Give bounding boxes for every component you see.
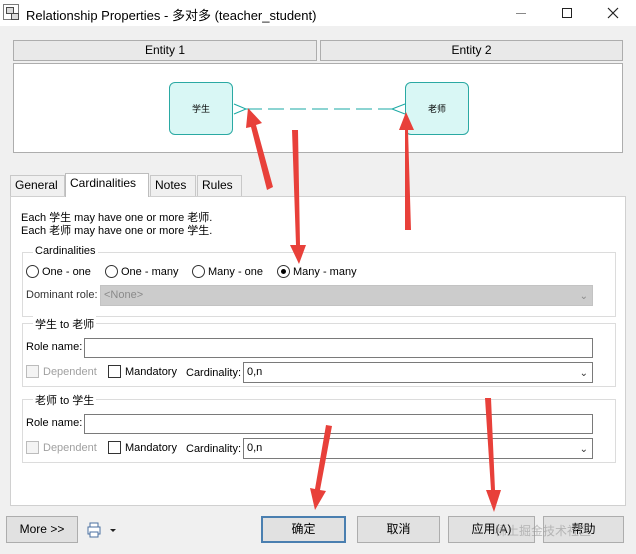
cardinalities-group: Cardinalities One - one One - many Many … [22, 245, 616, 317]
watermark: 稀土掘金技术社区 [495, 524, 592, 538]
entity-student-box: 学生 [169, 82, 233, 135]
dropdown-arrow-icon: ⌄ [579, 291, 588, 302]
relationship-link [233, 103, 406, 115]
dropdown-arrow-icon: ⌄ [579, 444, 588, 455]
dominant-role-value: <None> [104, 289, 144, 301]
title-bar: Relationship Properties - 多对多 (teacher_s… [0, 0, 636, 26]
cancel-button[interactable]: 取消 [357, 516, 440, 543]
cardinality-select-2[interactable]: 0,n ⌄ [243, 438, 593, 459]
tab-cardinalities[interactable]: Cardinalities [65, 173, 149, 197]
dominant-role-label: Dominant role: [26, 289, 98, 301]
maximize-icon [562, 8, 572, 18]
role-name-label: Role name: [26, 341, 83, 353]
student-to-teacher-legend: 学生 to 老师 [33, 316, 97, 332]
dependent-checkbox-2: Dependent [26, 441, 97, 454]
radio-many-one[interactable]: Many - one [192, 265, 263, 278]
radio-many-many[interactable]: Many - many [277, 265, 357, 278]
entity-teacher-box: 老师 [405, 82, 469, 135]
checkbox-box [108, 365, 121, 378]
relationship-app-icon [3, 4, 19, 20]
radio-label: Many - many [293, 265, 357, 278]
role-name-input-1[interactable] [84, 338, 593, 358]
entity2-header[interactable]: Entity 2 [320, 40, 623, 61]
cardinality-select-1[interactable]: 0,n ⌄ [243, 362, 593, 383]
role-name-label: Role name: [26, 417, 83, 429]
mandatory-checkbox-2[interactable]: Mandatory [108, 441, 177, 454]
tab-notes[interactable]: Notes [150, 175, 196, 196]
checkbox-box [26, 365, 39, 378]
student-to-teacher-group: 学生 to 老师 Role name: Dependent Mandatory … [22, 316, 616, 387]
dropdown-arrow-icon: ⌄ [579, 368, 588, 379]
radio-one-many[interactable]: One - many [105, 265, 178, 278]
cardinalities-legend: Cardinalities [33, 245, 98, 257]
dominant-role-select: <None> ⌄ [100, 285, 593, 306]
entity1-header[interactable]: Entity 1 [13, 40, 317, 61]
role-name-input-2[interactable] [84, 414, 593, 434]
checkbox-label: Mandatory [125, 365, 177, 378]
print-icon [87, 522, 116, 538]
checkbox-label: Dependent [43, 365, 97, 378]
more-button[interactable]: More >> [6, 516, 78, 543]
minimize-button[interactable] [498, 0, 544, 26]
radio-one-one[interactable]: One - one [26, 265, 91, 278]
checkbox-label: Dependent [43, 441, 97, 454]
description-line-2: Each 老师 may have one or more 学生. [21, 225, 213, 237]
minimize-icon [516, 12, 526, 14]
ok-button[interactable]: 确定 [261, 516, 346, 543]
radio-circle-checked [277, 265, 290, 278]
radio-circle [26, 265, 39, 278]
mandatory-checkbox-1[interactable]: Mandatory [108, 365, 177, 378]
window-title: Relationship Properties - 多对多 (teacher_s… [26, 8, 317, 23]
tab-general[interactable]: General [10, 175, 65, 196]
relationship-diagram: 学生 老师 [13, 63, 623, 153]
cardinality-value: 0,n [247, 442, 263, 454]
checkbox-box [26, 441, 39, 454]
dependent-checkbox-1: Dependent [26, 365, 97, 378]
cardinalities-panel: Each 学生 may have one or more 老师. Each 老师… [10, 196, 626, 506]
close-icon [607, 7, 619, 19]
radio-label: One - one [42, 265, 91, 278]
maximize-button[interactable] [544, 0, 590, 26]
radio-label: Many - one [208, 265, 264, 278]
teacher-to-student-group: 老师 to 学生 Role name: Dependent Mandatory … [22, 392, 616, 463]
checkbox-label: Mandatory [125, 441, 177, 454]
tab-rules[interactable]: Rules [197, 175, 242, 196]
cardinality-label: Cardinality: [186, 367, 242, 379]
radio-circle [105, 265, 118, 278]
radio-circle [192, 265, 205, 278]
radio-label: One - many [121, 265, 179, 278]
checkbox-box [108, 441, 121, 454]
teacher-to-student-legend: 老师 to 学生 [33, 392, 97, 408]
cardinality-value: 0,n [247, 366, 263, 378]
close-button[interactable] [590, 0, 636, 26]
cardinality-label: Cardinality: [186, 443, 242, 455]
print-button[interactable] [86, 521, 120, 539]
